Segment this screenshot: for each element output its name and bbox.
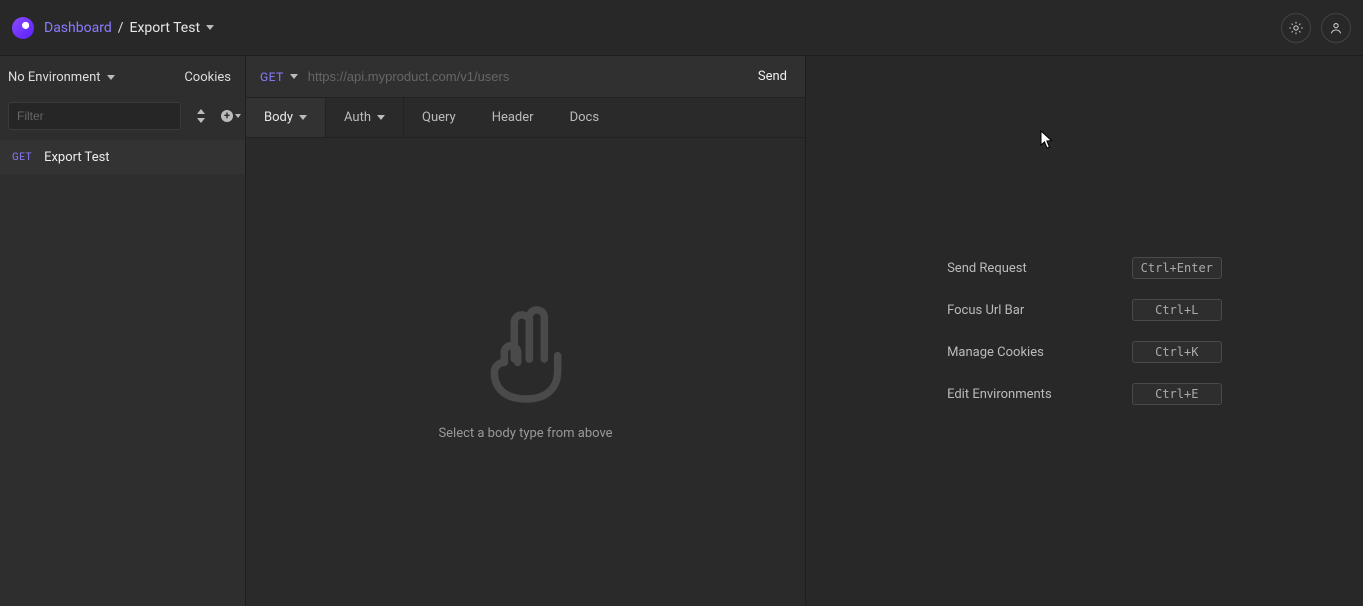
- url-bar: GET Send: [246, 56, 805, 98]
- tab-body-label: Body: [264, 110, 293, 125]
- cookies-button[interactable]: Cookies: [184, 70, 231, 85]
- breadcrumb-workspace[interactable]: Export Test: [130, 20, 215, 36]
- request-editor: GET Send Body Auth Query Header Docs: [246, 56, 806, 606]
- shortcut-keys: Ctrl+E: [1132, 383, 1222, 405]
- tab-auth[interactable]: Auth: [326, 98, 404, 137]
- response-panel: Send Request Ctrl+Enter Focus Url Bar Ct…: [806, 56, 1363, 606]
- tab-docs[interactable]: Docs: [552, 98, 617, 137]
- breadcrumb-workspace-label: Export Test: [130, 20, 201, 36]
- gear-icon: [1288, 20, 1304, 36]
- request-name: Export Test: [44, 150, 109, 165]
- peace-hand-icon: [476, 304, 576, 408]
- environment-select[interactable]: No Environment: [6, 66, 117, 89]
- chevron-down-icon: [299, 115, 307, 120]
- shortcut-list: Send Request Ctrl+Enter Focus Url Bar Ct…: [947, 257, 1222, 405]
- user-icon: [1328, 20, 1344, 36]
- sort-icon: [196, 109, 206, 123]
- chevron-down-icon: [290, 74, 298, 79]
- chevron-down-icon: [235, 114, 241, 118]
- filter-input[interactable]: [8, 102, 181, 130]
- app-header: Dashboard / Export Test: [0, 0, 1363, 56]
- body-empty-hint: Select a body type from above: [438, 426, 612, 441]
- request-tabs: Body Auth Query Header Docs: [246, 98, 805, 138]
- tab-auth-label: Auth: [344, 110, 371, 125]
- app-logo-icon: [12, 17, 34, 39]
- breadcrumb-dashboard[interactable]: Dashboard: [44, 20, 112, 36]
- account-button[interactable]: [1321, 13, 1351, 43]
- shortcut-label: Edit Environments: [947, 387, 1052, 402]
- shortcut-label: Focus Url Bar: [947, 303, 1052, 318]
- add-request-button[interactable]: +: [221, 108, 241, 124]
- body-empty-state: Select a body type from above: [246, 138, 805, 606]
- tab-header[interactable]: Header: [474, 98, 552, 137]
- plus-icon: +: [221, 110, 233, 122]
- settings-button[interactable]: [1281, 13, 1311, 43]
- shortcut-keys: Ctrl+K: [1132, 341, 1222, 363]
- shortcut-keys: Ctrl+Enter: [1132, 257, 1222, 279]
- chevron-down-icon: [377, 115, 385, 120]
- shortcut-keys: Ctrl+L: [1132, 299, 1222, 321]
- tab-query[interactable]: Query: [404, 98, 474, 137]
- tab-body[interactable]: Body: [246, 98, 326, 137]
- shortcut-label: Manage Cookies: [947, 345, 1052, 360]
- chevron-down-icon: [107, 75, 115, 80]
- shortcut-label: Send Request: [947, 261, 1052, 276]
- chevron-down-icon: [206, 25, 214, 30]
- sort-button[interactable]: [193, 108, 209, 124]
- method-select[interactable]: GET: [260, 70, 298, 84]
- environment-label: No Environment: [8, 70, 101, 85]
- breadcrumb-separator: /: [118, 20, 124, 36]
- request-method-badge: GET: [12, 152, 32, 163]
- request-list-item[interactable]: GET Export Test: [0, 140, 245, 174]
- method-label: GET: [260, 70, 284, 84]
- sidebar: No Environment Cookies + GET Export Test: [0, 56, 246, 606]
- send-button[interactable]: Send: [748, 65, 797, 88]
- url-input[interactable]: [308, 69, 738, 84]
